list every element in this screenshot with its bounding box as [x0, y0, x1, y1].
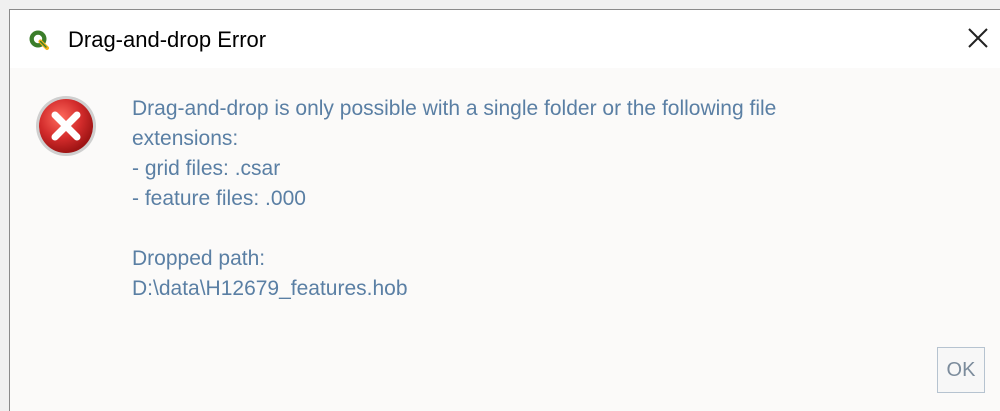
dropped-path-value: D:\data\H12679_features.hob	[132, 277, 408, 300]
dialog-title: Drag-and-drop Error	[68, 27, 267, 52]
message-spacer	[132, 214, 912, 244]
error-message: Drag-and-drop is only possible with a si…	[132, 94, 912, 304]
close-button[interactable]	[962, 22, 994, 54]
message-line: - grid files: .csar	[132, 157, 281, 180]
message-line: - feature files: .000	[132, 187, 306, 210]
dropped-path-label: Dropped path:	[132, 247, 266, 270]
error-dialog: Drag-and-drop Error Drag-and-drop is onl…	[9, 9, 1000, 411]
qgis-icon	[28, 29, 50, 51]
message-line: extensions:	[132, 127, 239, 150]
message-line: Drag-and-drop is only possible with a si…	[132, 97, 777, 120]
error-icon	[34, 94, 98, 158]
close-icon	[962, 22, 994, 54]
ok-button[interactable]: OK	[937, 347, 985, 393]
title-bar: Drag-and-drop Error	[10, 10, 1000, 68]
